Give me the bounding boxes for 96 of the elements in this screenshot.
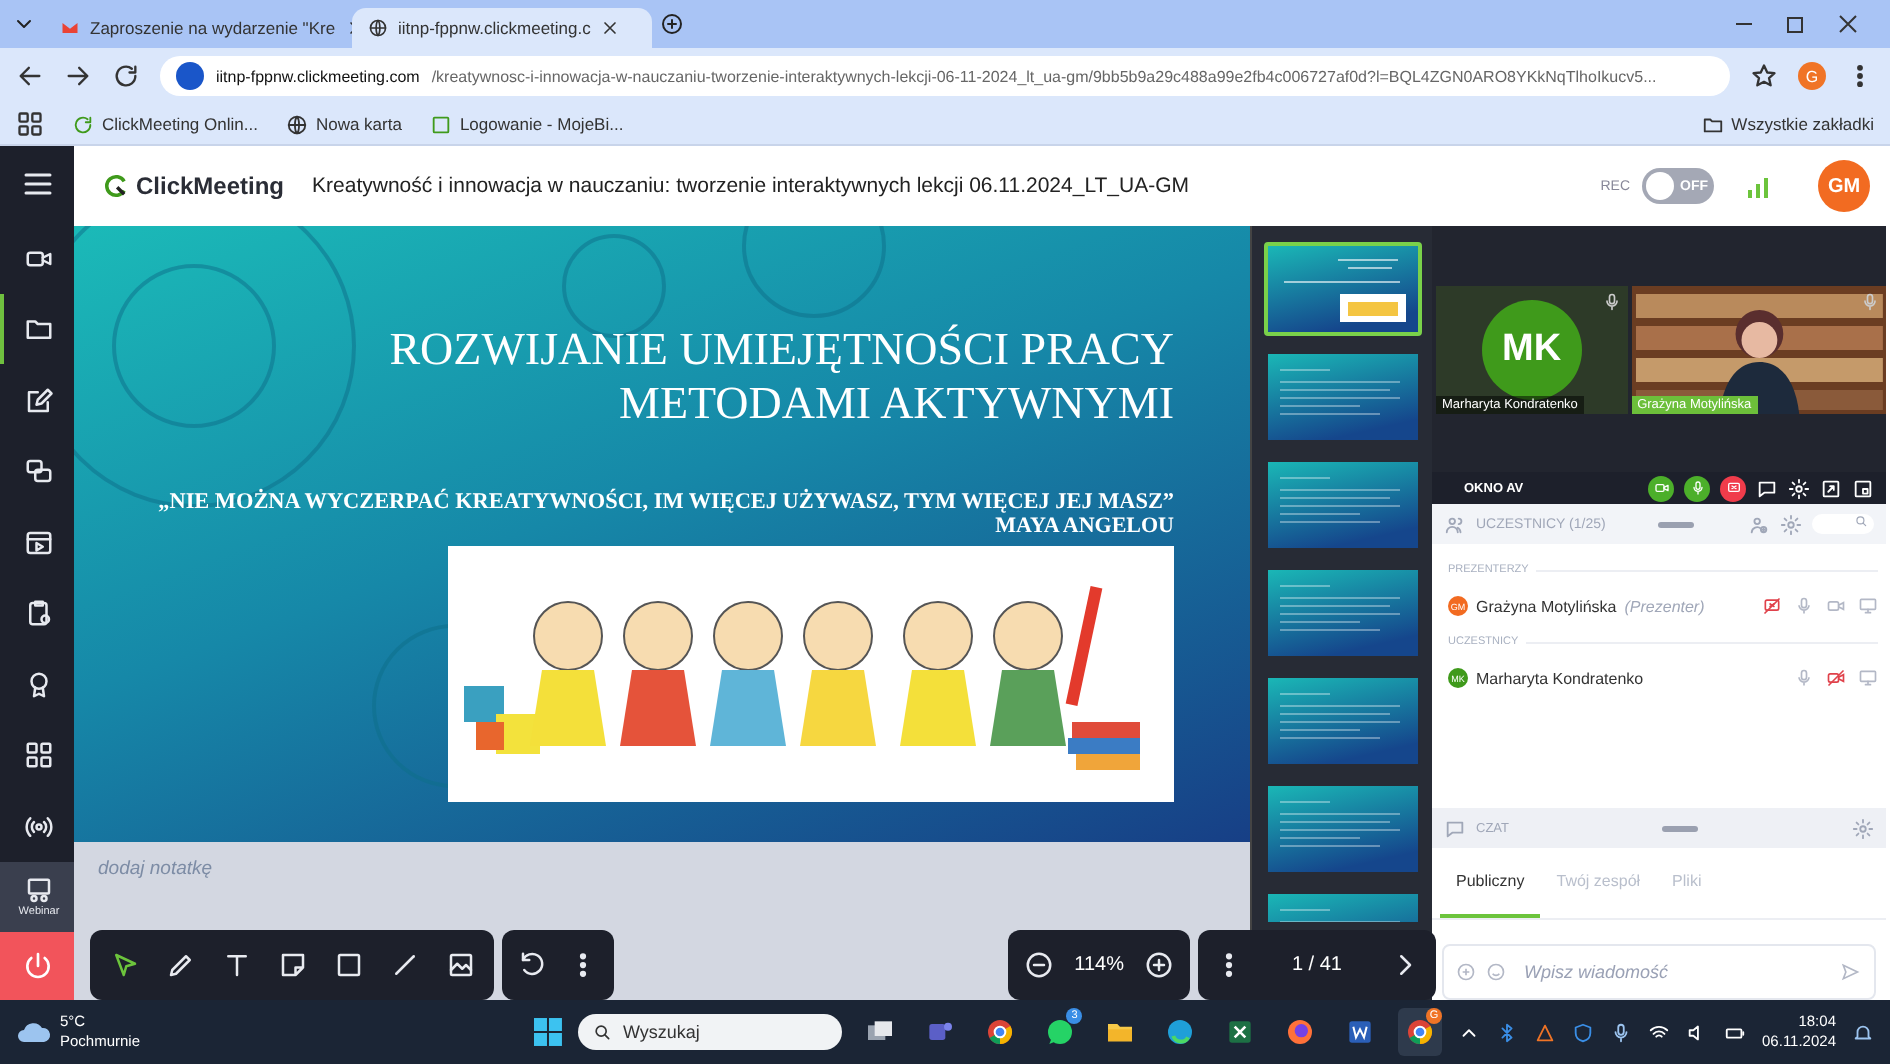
role-label: (Prezenter) — [1624, 597, 1705, 615]
wifi-icon[interactable] — [1648, 1021, 1671, 1043]
power-icon — [21, 950, 53, 983]
bookmark[interactable]: Wszystkie zakładki — [1701, 113, 1874, 135]
rect-icon — [333, 950, 363, 980]
badge-icon — [24, 669, 54, 700]
signal-icon — [1746, 172, 1774, 200]
spreadsheet-icon — [1224, 1016, 1257, 1048]
close-icon[interactable] — [1838, 14, 1858, 34]
power-button[interactable] — [0, 932, 74, 1000]
meeting-title: Kreatywność i innowacja w nauczaniu: tworzenie interaktywnych lekcji 06.11.2024_LT_UA-GM — [312, 174, 1190, 198]
participant-name: Grażyna Motylińska — [1476, 597, 1617, 615]
clipboard-icon — [24, 598, 54, 629]
slide-quote: „NIE MOŻNA WYCZERPAĆ KREATYWNOŚCI, IM WIĘCEJ UŻYWASZ, TYM WIĘCEJ JEJ MASZ” — [158, 490, 1174, 514]
text-icon — [221, 950, 251, 980]
firefox-icon — [1284, 1016, 1317, 1048]
edge-icon — [1164, 1016, 1197, 1048]
shield-icon[interactable] — [1572, 1021, 1595, 1043]
slide-thumbnail[interactable] — [1263, 566, 1421, 660]
mic-icon — [1689, 480, 1705, 496]
undo-icon[interactable] — [518, 950, 548, 980]
slide-title: ROZWIJANIE UMIEJĘTNOŚCI PRACY METODAMI AKTYWNYMI — [389, 322, 1174, 430]
camera-button[interactable] — [1648, 475, 1674, 501]
slide-thumbnail[interactable] — [1263, 350, 1421, 444]
slide-thumbnail[interactable] — [1263, 674, 1421, 768]
folder-icon — [24, 314, 54, 345]
bluetooth-icon[interactable] — [1496, 1021, 1519, 1043]
grid-icon — [24, 740, 54, 771]
share-icon — [1725, 480, 1741, 496]
restore-icon[interactable] — [1786, 14, 1806, 34]
reload-icon[interactable] — [112, 62, 140, 90]
screens-icon — [24, 456, 54, 487]
camera-icon[interactable] — [1826, 668, 1846, 688]
broadcast-icon — [24, 811, 54, 842]
mic-icon — [1601, 291, 1622, 311]
slide-thumbnail[interactable] — [1263, 458, 1421, 552]
participant-name: Marharyta Kondratenko — [1476, 669, 1644, 687]
logo-icon — [72, 113, 94, 135]
pencil-icon — [165, 950, 195, 980]
chat-bubble-icon — [1044, 1016, 1077, 1048]
line-icon — [389, 950, 419, 980]
edit-icon — [24, 385, 54, 416]
page-counter: 1 / 41 — [1289, 954, 1344, 976]
webinar-icon — [24, 876, 54, 907]
cloud-icon[interactable] — [16, 1020, 52, 1044]
search-field[interactable] — [1812, 514, 1874, 534]
chat-tab[interactable]: Publiczny — [1440, 848, 1541, 918]
chrome-icon — [984, 1016, 1017, 1048]
video-player-icon — [24, 527, 54, 558]
zoom-out-icon[interactable] — [1024, 950, 1055, 980]
zoom-in-icon[interactable] — [1143, 950, 1174, 980]
mic-icon — [1860, 291, 1880, 311]
image-icon — [445, 950, 475, 980]
chat-icon[interactable] — [1756, 477, 1778, 499]
logo: ClickMeeting — [102, 172, 285, 200]
camera-icon — [1653, 480, 1669, 496]
chrome-icon — [1404, 1016, 1437, 1048]
chat-icon — [1444, 817, 1466, 839]
share-button[interactable] — [1720, 475, 1746, 501]
mic-button[interactable] — [1684, 475, 1710, 501]
search-icon — [592, 1022, 613, 1042]
bell-icon[interactable] — [1852, 1021, 1874, 1043]
apps-icon[interactable] — [16, 110, 44, 138]
folder-icon — [1701, 113, 1724, 135]
participant-avatar: MK — [1481, 299, 1582, 399]
bookmark[interactable]: Nowa karta — [285, 113, 402, 135]
share-icon[interactable] — [1762, 596, 1782, 616]
close-icon[interactable] — [600, 18, 621, 38]
popout-icon[interactable] — [1852, 477, 1874, 499]
globe-icon — [285, 113, 308, 135]
triangle-icon[interactable] — [1534, 1021, 1557, 1043]
slide-thumbnail[interactable] — [1263, 242, 1421, 336]
expand-icon[interactable] — [1820, 477, 1842, 499]
slide-thumbnail[interactable] — [1263, 890, 1421, 926]
slide-thumbnail[interactable] — [1263, 782, 1421, 876]
note-icon — [277, 950, 307, 980]
notes-field[interactable]: dodaj notatkę — [98, 858, 498, 880]
zoom-level: 114% — [1074, 954, 1124, 976]
globe-icon — [368, 18, 388, 38]
mail-icon — [60, 18, 80, 38]
start-icon[interactable] — [531, 1016, 563, 1048]
document-icon — [1344, 1016, 1377, 1048]
bookmark[interactable]: Logowanie - MojeBi... — [429, 113, 624, 135]
people-icon — [1444, 513, 1466, 535]
forward-icon[interactable] — [64, 62, 92, 90]
address-bar[interactable]: iitnp-fppnw.clickmeeting.com /kreatywnosc-i-innowacja-w-nauczaniu-tworzenie-interaktywnych-lekcji-06-11-2024_lt_ua-gm/9bb5b9a29c488a99e2fb4c006727af0d?l=BQL4ZGN0ARO8YKkNqTlhoIkucv5... — [160, 56, 1730, 96]
mic-icon[interactable] — [1610, 1021, 1633, 1043]
new-tab-icon[interactable] — [660, 12, 684, 36]
bookmark[interactable]: ClickMeeting Onlin... — [72, 113, 258, 135]
quote-author: MAYA ANGELOU — [995, 514, 1174, 538]
back-icon[interactable] — [16, 62, 44, 90]
pointer-icon — [109, 950, 139, 980]
star-icon[interactable] — [1750, 62, 1778, 90]
search-icon — [1854, 514, 1868, 528]
browser-tab[interactable]: iitnp-fppnw.clickmeeting.c — [352, 8, 652, 48]
search-field[interactable]: Wyszukaj — [578, 1014, 843, 1050]
